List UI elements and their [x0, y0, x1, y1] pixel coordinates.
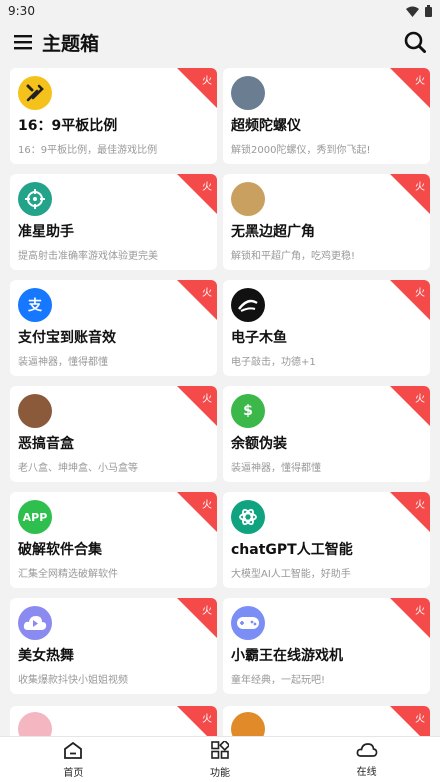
card-subtitle: 电子敲击，功德+1 — [231, 357, 316, 368]
nav-item[interactable]: 在线 — [293, 737, 440, 782]
card-subtitle: 汇集全网精选破解软件 — [18, 569, 118, 580]
card-title: 无黑边超广角 — [231, 224, 315, 240]
hot-badge-label: 火 — [415, 182, 425, 193]
status-bar: 9:30 — [0, 0, 440, 22]
hot-badge-label: 火 — [202, 76, 212, 87]
feature-card[interactable]: chatGPT人工智能大模型AI人工智能，好助手 火 — [223, 492, 430, 588]
card-subtitle: 解锁和平超广角，吃鸡更稳! — [231, 251, 356, 262]
nav-item-label: 功能 — [210, 767, 230, 779]
hot-badge: 火 — [390, 68, 430, 108]
hot-badge: 火 — [177, 492, 217, 532]
hot-badge-label: 火 — [202, 394, 212, 405]
wooden-fish-icon — [231, 288, 265, 322]
feature-card[interactable]: 恶搞音盒老八盒、坤坤盒、小马盒等 火 — [10, 386, 217, 482]
hot-badge: 火 — [390, 174, 430, 214]
battery-icon — [425, 5, 432, 17]
bottom-nav: 首页 功能 在线 — [0, 736, 440, 782]
card-subtitle: 老八盒、坤坤盒、小马盒等 — [18, 463, 138, 474]
card-title: 支付宝到账音效 — [18, 330, 116, 346]
nav-item[interactable]: 功能 — [147, 737, 294, 782]
feature-grid: 16：9平板比例 16：9平板比例，最佳游戏比例火超频陀螺仪 解锁2000陀螺仪，秀… — [10, 68, 430, 694]
hot-badge-label: 火 — [202, 182, 212, 193]
menu-icon[interactable] — [14, 34, 32, 50]
chatgpt-icon — [231, 500, 265, 534]
search-icon[interactable] — [404, 31, 426, 53]
feature-card[interactable]: 无黑边超广角解锁和平超广角，吃鸡更稳! 火 — [223, 174, 430, 270]
feature-card[interactable]: 支支付宝到账音效装逼神器，懂得都懂 火 — [10, 280, 217, 376]
hot-badge: 火 — [177, 280, 217, 320]
nav-item-label: 首页 — [63, 767, 84, 779]
hot-badge-label: 火 — [415, 76, 425, 87]
hot-badge-label: 火 — [415, 394, 425, 405]
hot-badge-label: 火 — [202, 500, 212, 511]
hot-badge: 火 — [177, 174, 217, 214]
hot-badge: 火 — [177, 68, 217, 108]
app-icon: APP — [18, 500, 52, 534]
hot-badge: 火 — [177, 598, 217, 638]
helmet-avatar-icon — [231, 182, 265, 216]
hot-badge: 火 — [390, 280, 430, 320]
hot-badge-label: 火 — [415, 288, 425, 299]
card-title: 美女热舞 — [18, 648, 74, 664]
card-subtitle: 提高射击准确率游戏体验更完美 — [18, 251, 158, 262]
card-title: 16：9平板比例 — [18, 118, 118, 134]
page-title: 主题箱 — [42, 32, 100, 55]
gamepad-icon — [231, 606, 265, 640]
alipay-icon: 支 — [18, 288, 52, 322]
cloud-icon — [356, 742, 378, 761]
face-avatar-icon — [18, 394, 52, 428]
feature-card[interactable]: 小霸王在线游戏机童年经典，一起玩吧! 火 — [223, 598, 430, 694]
home-icon — [63, 741, 83, 762]
card-title: 小霸王在线游戏机 — [231, 648, 343, 664]
card-subtitle: 童年经典，一起玩吧! — [231, 675, 326, 686]
card-title: 电子木鱼 — [231, 330, 287, 346]
nav-item-label: 在线 — [356, 766, 377, 778]
hot-badge-label: 火 — [415, 606, 425, 617]
hot-badge: 火 — [390, 386, 430, 426]
feature-card[interactable]: 准星助手提高射击准确率游戏体验更完美 火 — [10, 174, 217, 270]
card-subtitle: 装逼神器，懂得都懂 — [18, 357, 108, 368]
card-subtitle: 装逼神器，懂得都懂 — [231, 463, 321, 474]
tools-icon — [18, 76, 52, 110]
card-subtitle: 解锁2000陀螺仪，秀到你飞起! — [231, 145, 371, 156]
feature-card[interactable]: 超频陀螺仪解锁2000陀螺仪，秀到你飞起! 火 — [223, 68, 430, 164]
feature-card[interactable]: $ 余额伪装装逼神器，懂得都懂 火 — [223, 386, 430, 482]
feature-card[interactable]: 美女热舞收集爆款抖快小姐姐视频 火 — [10, 598, 217, 694]
hot-badge-label: 火 — [415, 714, 425, 725]
hot-badge-label: 火 — [202, 606, 212, 617]
play-cloud-icon — [18, 606, 52, 640]
hot-badge: 火 — [390, 598, 430, 638]
hot-badge: 火 — [177, 386, 217, 426]
feature-card[interactable]: 16：9平板比例 16：9平板比例，最佳游戏比例 火 — [10, 68, 217, 164]
app-bar: 主题箱 — [0, 22, 440, 62]
card-title: 超频陀螺仪 — [231, 118, 301, 134]
card-subtitle: 大模型AI人工智能，好助手 — [231, 569, 351, 580]
hot-badge-label: 火 — [202, 288, 212, 299]
hot-badge: 火 — [390, 492, 430, 532]
card-title: 余额伪装 — [231, 436, 287, 452]
hot-badge-label: 火 — [202, 714, 212, 725]
card-title: 破解软件合集 — [18, 542, 102, 558]
hot-badge-label: 火 — [415, 500, 425, 511]
card-subtitle: 16：9平板比例，最佳游戏比例 — [18, 145, 158, 156]
crosshair-icon — [18, 182, 52, 216]
card-subtitle: 收集爆款抖快小姐姐视频 — [18, 675, 128, 686]
status-icons — [406, 5, 432, 17]
grid-icon — [211, 739, 231, 762]
nav-item[interactable]: 首页 — [0, 737, 147, 782]
feature-card[interactable]: 电子木鱼电子敲击，功德+1 火 — [223, 280, 430, 376]
card-title: chatGPT人工智能 — [231, 542, 353, 558]
card-title: 恶搞音盒 — [18, 436, 74, 452]
card-title: 准星助手 — [18, 224, 74, 240]
game-avatar-icon — [231, 76, 265, 110]
status-time: 9:30 — [8, 4, 35, 18]
money-bag-icon: $ — [231, 394, 265, 428]
feature-card[interactable]: APP 破解软件合集汇集全网精选破解软件 火 — [10, 492, 217, 588]
wifi-icon — [406, 6, 419, 17]
